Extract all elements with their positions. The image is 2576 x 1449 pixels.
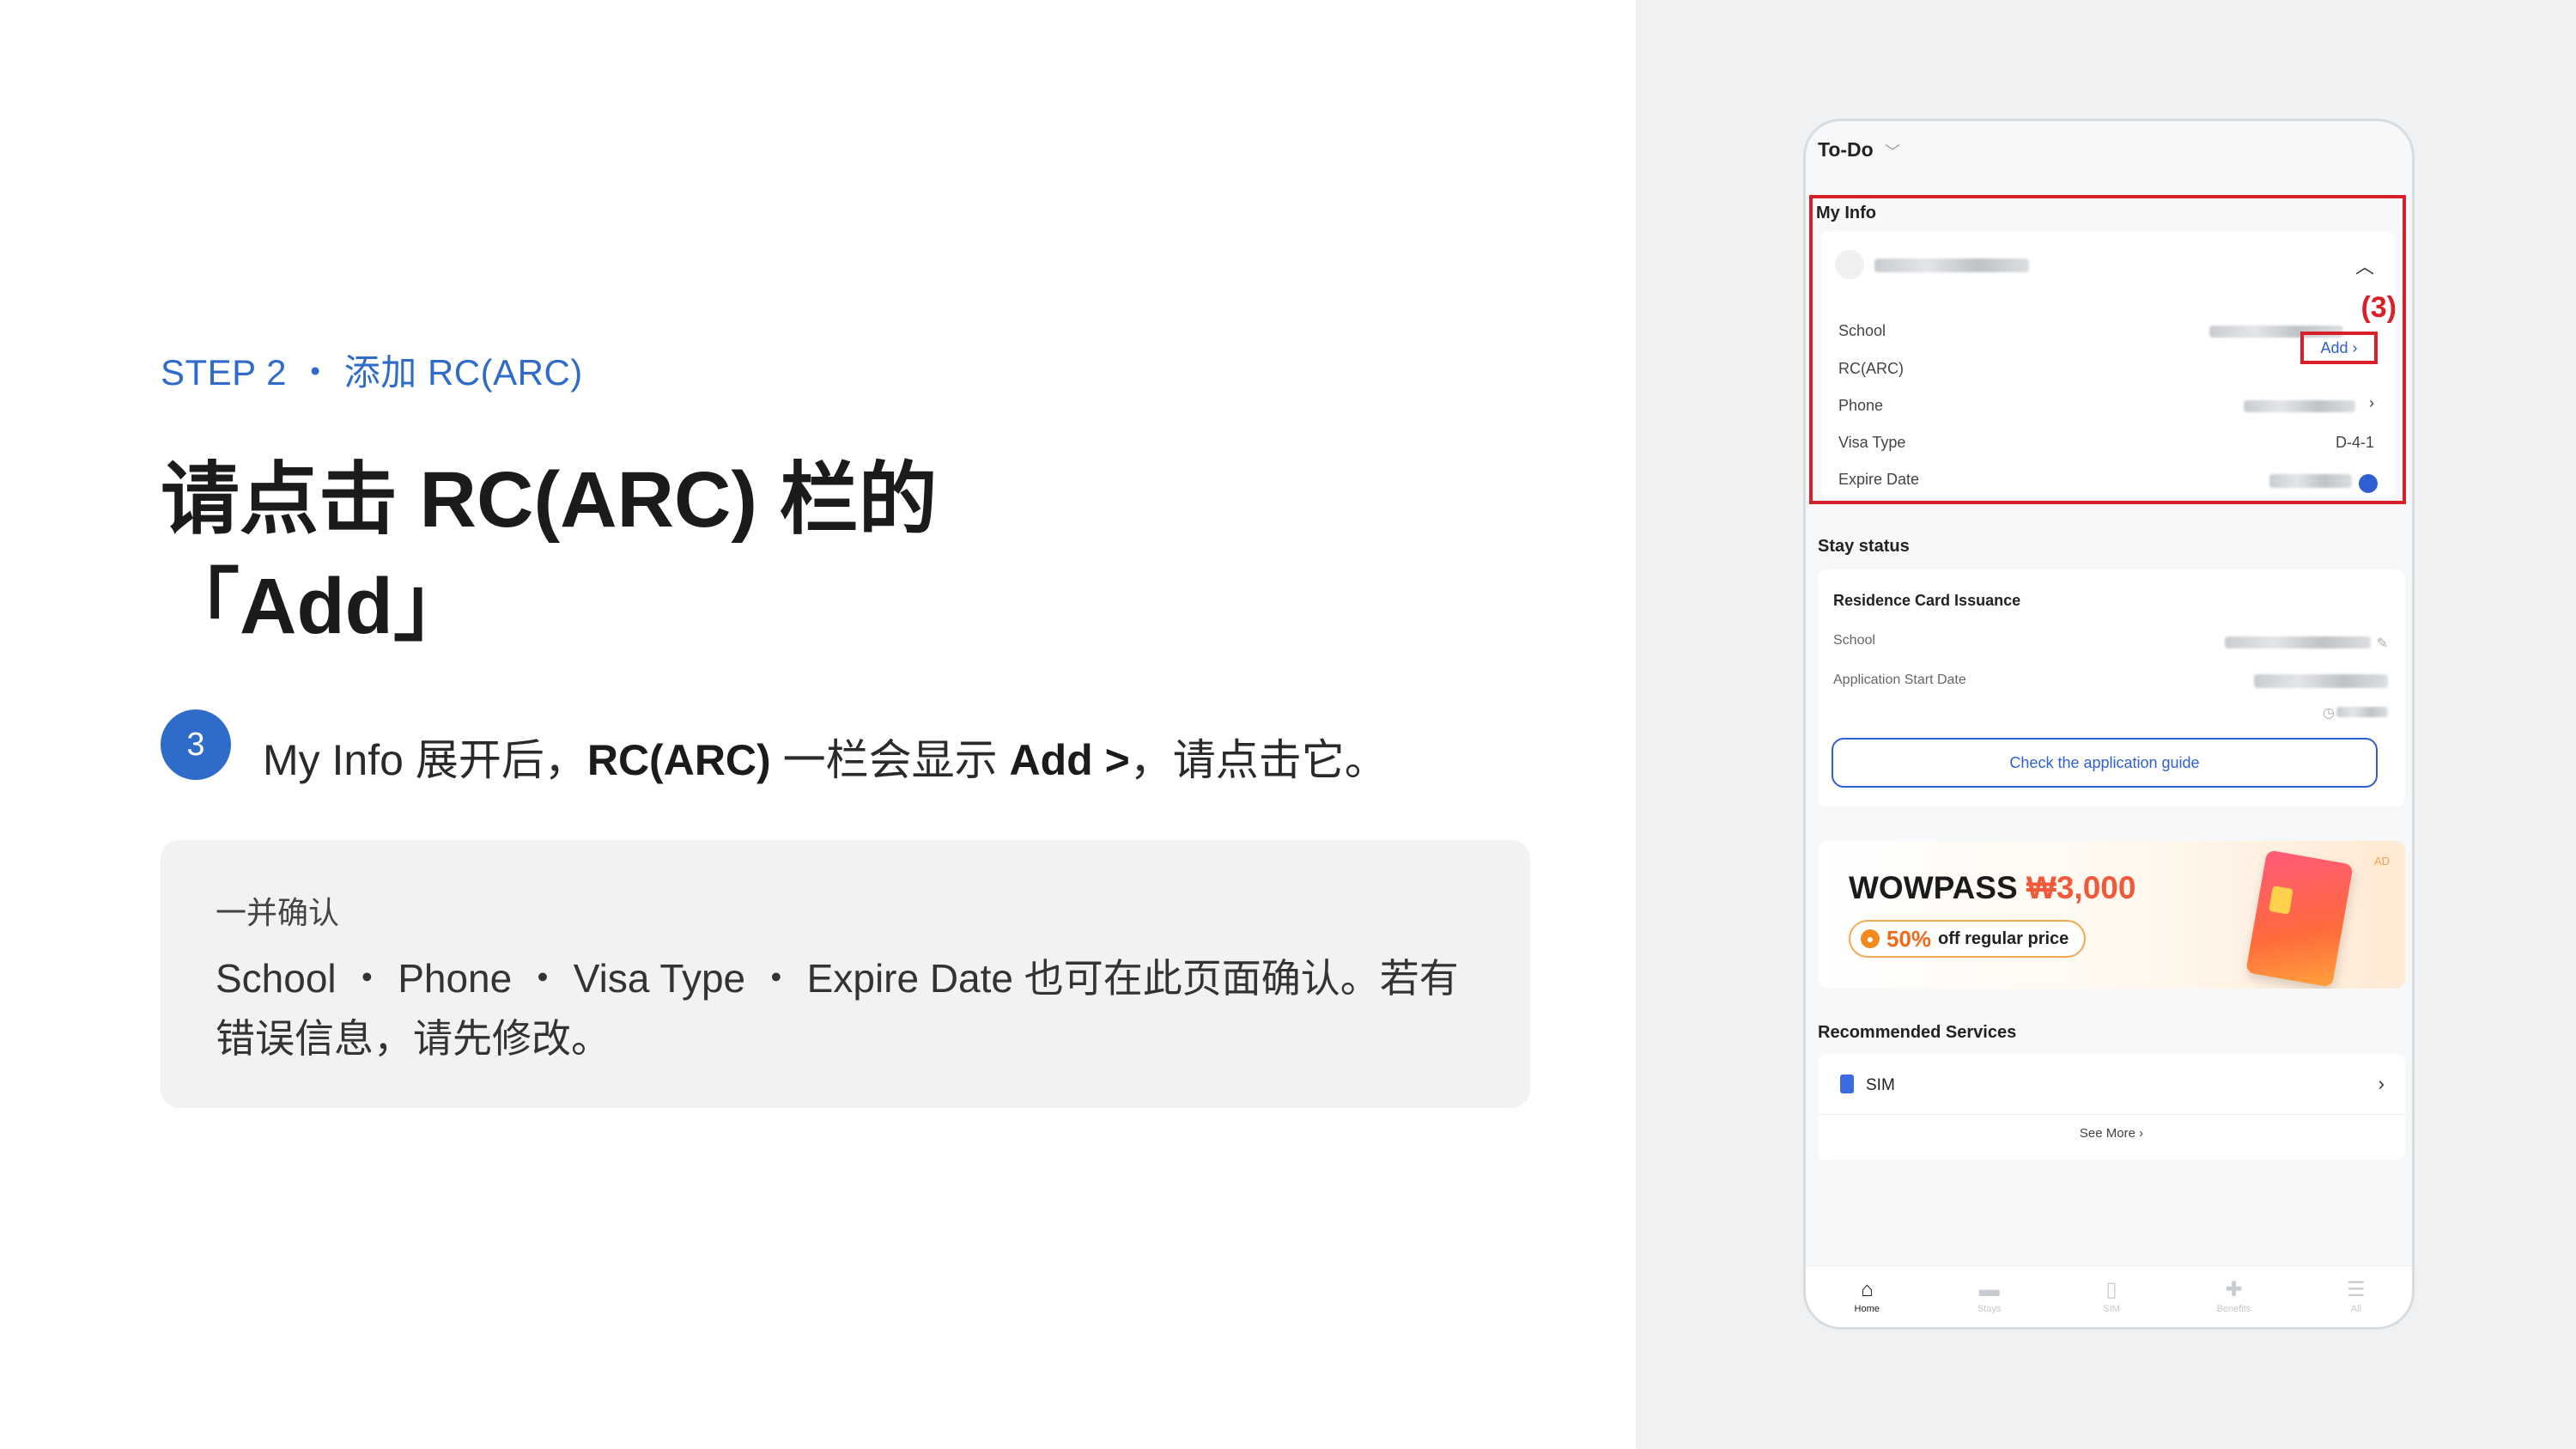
screenshot-panel: To-Do ﹀ My Info ︿ School (3) RC(ARC) Add… bbox=[1636, 0, 2576, 1449]
promo-price: ₩3,000 bbox=[2026, 870, 2136, 905]
todo-dropdown[interactable]: To-Do bbox=[1818, 138, 1874, 161]
ad-badge: AD bbox=[2368, 853, 2395, 869]
step-number-badge: 3 bbox=[161, 709, 231, 780]
my-info-label: My Info bbox=[1816, 204, 1876, 222]
note-body: School ・ Phone ・ Visa Type ・ Expire Date… bbox=[216, 956, 1459, 1061]
tab-all-label: All bbox=[2350, 1303, 2361, 1314]
see-more-link[interactable]: See More › bbox=[1818, 1126, 2405, 1141]
discount-text: off regular price bbox=[1938, 928, 2069, 948]
stay-school-label: School bbox=[1833, 633, 1875, 648]
sim-card-icon bbox=[1840, 1075, 1854, 1093]
coin-icon: ● bbox=[1861, 929, 1880, 948]
my-info-highlight: My Info ︿ School (3) RC(ARC) Add › Phone… bbox=[1809, 195, 2406, 504]
brand-name: WOWPASS bbox=[1849, 870, 2018, 905]
row-phone-label: Phone bbox=[1838, 397, 1884, 414]
tab-stays-label: Stays bbox=[1977, 1303, 2002, 1314]
phone-screen: To-Do ﹀ My Info ︿ School (3) RC(ARC) Add… bbox=[1803, 119, 2415, 1330]
row-expire-date-label: Expire Date bbox=[1838, 471, 1920, 488]
info-icon[interactable] bbox=[2359, 474, 2378, 493]
bed-icon: ▬ bbox=[1978, 1277, 2000, 1301]
my-info-card: ︿ School (3) RC(ARC) Add › Phone › Visa … bbox=[1821, 231, 2397, 497]
step-callout: (3) bbox=[2360, 291, 2397, 324]
note-title: 一并确认 bbox=[216, 895, 340, 930]
tab-home-label: Home bbox=[1854, 1303, 1880, 1314]
tab-all[interactable]: ☰ All bbox=[2295, 1266, 2412, 1327]
phone-chevron-icon[interactable]: › bbox=[2369, 394, 2374, 412]
name-redacted bbox=[1874, 259, 2029, 272]
phone-value-redacted bbox=[2244, 400, 2355, 412]
home-icon: ⌂ bbox=[1860, 1277, 1874, 1301]
title-line-1: 请点击 RC(ARC) 栏的 bbox=[161, 456, 938, 544]
row-school-label: School bbox=[1838, 322, 1886, 339]
avatar bbox=[1835, 250, 1864, 279]
instruction-part-3: 一栏会显示 bbox=[770, 736, 1010, 784]
chevron-down-icon: ﹀ bbox=[1885, 143, 1900, 161]
wowpass-card-image bbox=[2245, 849, 2354, 988]
stay-start-date-label: Application Start Date bbox=[1833, 673, 1966, 687]
chevron-right-icon[interactable]: › bbox=[2379, 1073, 2385, 1095]
tab-benefits-label: Benefits bbox=[2216, 1303, 2251, 1314]
start-time-redacted bbox=[2336, 707, 2388, 717]
divider bbox=[1818, 1114, 2405, 1115]
bottom-tab-bar: ⌂ Home ▬ Stays ▯ SIM ✚ Benefits ☰ All bbox=[1806, 1265, 2412, 1327]
instruction-panel: STEP 2 ・ 添加 RC(ARC) 请点击 RC(ARC) 栏的 「Add」… bbox=[0, 0, 1636, 1449]
stay-school-redacted bbox=[2225, 636, 2371, 648]
gift-icon: ✚ bbox=[2225, 1277, 2243, 1301]
step-label: STEP 2 ・ 添加 RC(ARC) bbox=[161, 352, 583, 393]
chevron-right-icon: › bbox=[2348, 338, 2358, 356]
recommended-services-card: SIM › See More › bbox=[1818, 1054, 2405, 1160]
pencil-icon[interactable]: ✎ bbox=[2377, 635, 2388, 652]
application-guide-button[interactable]: Check the application guide bbox=[1832, 738, 2378, 788]
clock-icon: ◷ bbox=[2323, 706, 2335, 721]
menu-icon: ☰ bbox=[2347, 1277, 2366, 1301]
tab-home[interactable]: ⌂ Home bbox=[1806, 1266, 1928, 1327]
add-label: Add bbox=[2320, 338, 2348, 356]
tab-stays[interactable]: ▬ Stays bbox=[1928, 1266, 2050, 1327]
sim-service-item[interactable]: SIM bbox=[1866, 1076, 1895, 1095]
promo-headline: WOWPASS ₩3,000 bbox=[1849, 870, 2136, 906]
card-chip bbox=[2268, 886, 2293, 915]
instruction-part-1: My Info 展开后， bbox=[263, 736, 587, 784]
row-rc-arc-label: RC(ARC) bbox=[1838, 360, 1904, 377]
instruction-add: Add > bbox=[1009, 736, 1130, 784]
stay-card-title: Residence Card Issuance bbox=[1833, 592, 2021, 609]
chevron-up-icon[interactable]: ︿ bbox=[2355, 252, 2374, 279]
tab-sim-label: SIM bbox=[2103, 1303, 2120, 1314]
recommended-services-label: Recommended Services bbox=[1818, 1023, 2017, 1042]
expire-date-redacted bbox=[2269, 474, 2352, 488]
tab-sim[interactable]: ▯ SIM bbox=[2050, 1266, 2172, 1327]
title-line-2: 「Add」 bbox=[161, 563, 472, 650]
wowpass-promo-banner[interactable]: WOWPASS ₩3,000 ● 50% off regular price A… bbox=[1818, 841, 2405, 989]
stay-status-card: Residence Card Issuance School ✎ Applica… bbox=[1818, 569, 2405, 807]
stay-status-label: Stay status bbox=[1818, 537, 1910, 556]
discount-pill: ● 50% off regular price bbox=[1849, 920, 2087, 958]
visa-type-value: D-4-1 bbox=[2335, 434, 2374, 451]
tab-benefits[interactable]: ✚ Benefits bbox=[2172, 1266, 2294, 1327]
note-box: 一并确认 School ・ Phone ・ Visa Type ・ Expire… bbox=[161, 840, 1530, 1108]
instruction-text: My Info 展开后，RC(ARC) 一栏会显示 Add >，请点击它。 bbox=[263, 726, 1388, 788]
page-title: 请点击 RC(ARC) 栏的 「Add」 bbox=[161, 447, 1277, 660]
start-date-redacted bbox=[2254, 674, 2388, 688]
instruction-rc-arc: RC(ARC) bbox=[586, 736, 771, 784]
rc-arc-add-button[interactable]: Add › bbox=[2300, 332, 2378, 364]
instruction-part-5: ，请点击它。 bbox=[1129, 736, 1388, 784]
sim-icon: ▯ bbox=[2105, 1277, 2117, 1301]
row-visa-type-label: Visa Type bbox=[1838, 434, 1906, 451]
discount-percent: 50% bbox=[1886, 925, 1932, 952]
